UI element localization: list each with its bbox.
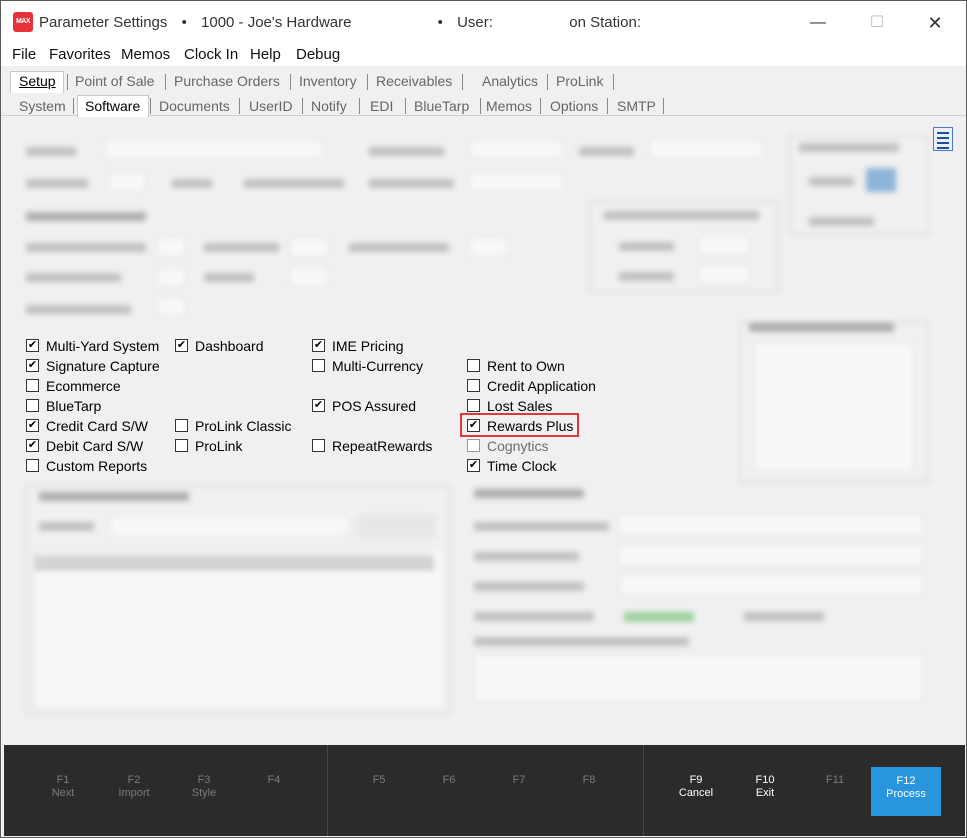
checkbox[interactable] bbox=[26, 399, 39, 412]
subtab-documents[interactable]: Documents bbox=[159, 98, 230, 114]
checkbox[interactable] bbox=[26, 379, 39, 392]
checkbox[interactable] bbox=[467, 439, 480, 452]
checkbox[interactable] bbox=[175, 419, 188, 432]
checkbox[interactable]: ✔ bbox=[26, 439, 39, 452]
tab-setup[interactable]: Setup bbox=[19, 73, 56, 89]
checkbox[interactable] bbox=[26, 459, 39, 472]
minimize-icon[interactable]: — bbox=[803, 9, 833, 37]
subtab-options[interactable]: Options bbox=[550, 98, 598, 114]
max-logo-icon: MAX bbox=[13, 12, 33, 32]
checkbox[interactable]: ✔ bbox=[26, 419, 39, 432]
f3-style-button[interactable]: F3 Style bbox=[174, 774, 234, 800]
sub-tab-bar: System Software Documents UserID Notify … bbox=[1, 94, 966, 117]
tab-inventory[interactable]: Inventory bbox=[299, 73, 357, 89]
tab-receivables[interactable]: Receivables bbox=[376, 73, 452, 89]
title-bar[interactable]: MAX Parameter Settings • 1000 - Joe's Ha… bbox=[1, 1, 966, 44]
title-separator-2: • bbox=[437, 14, 443, 31]
subtab-userid[interactable]: UserID bbox=[249, 98, 293, 114]
checkbox[interactable] bbox=[175, 439, 188, 452]
checkbox[interactable] bbox=[312, 359, 325, 372]
store-name: 1000 - Joe's Hardware bbox=[201, 14, 352, 31]
rewards-plus-highlight bbox=[460, 413, 579, 437]
checkbox[interactable]: ✔ bbox=[467, 459, 480, 472]
checkbox[interactable] bbox=[467, 379, 480, 392]
f7-button[interactable]: F7 bbox=[489, 774, 549, 787]
main-tab-bar: Setup Point of Sale Purchase Orders Inve… bbox=[1, 69, 966, 93]
checkbox[interactable]: ✔ bbox=[26, 339, 39, 352]
subtab-smtp[interactable]: SMTP bbox=[617, 98, 656, 114]
checkbox[interactable] bbox=[312, 439, 325, 452]
tab-purchase-orders[interactable]: Purchase Orders bbox=[174, 73, 280, 89]
f6-button[interactable]: F6 bbox=[419, 774, 479, 787]
checkbox[interactable]: ✔ bbox=[175, 339, 188, 352]
f12-process-button[interactable]: F12 Process bbox=[871, 767, 941, 816]
tab-prolink[interactable]: ProLink bbox=[556, 73, 603, 89]
subtab-edi[interactable]: EDI bbox=[370, 98, 393, 114]
subtab-system[interactable]: System bbox=[19, 98, 66, 114]
station-label: on Station: bbox=[569, 14, 641, 31]
subtab-bluetarp[interactable]: BlueTarp bbox=[414, 98, 469, 114]
user-label: User: bbox=[457, 14, 493, 31]
f4-button[interactable]: F4 bbox=[244, 774, 304, 787]
checkbox[interactable]: ✔ bbox=[312, 399, 325, 412]
maximize-icon[interactable]: ☐ bbox=[862, 9, 892, 37]
close-icon[interactable]: ✕ bbox=[920, 9, 950, 37]
window-title: Parameter Settings • 1000 - Joe's Hardwa… bbox=[39, 14, 641, 31]
subtab-software[interactable]: Software bbox=[85, 98, 140, 114]
f2-import-button[interactable]: F2 Import bbox=[104, 774, 164, 800]
hamburger-menu-icon[interactable] bbox=[933, 127, 953, 151]
tab-point-of-sale[interactable]: Point of Sale bbox=[75, 73, 154, 89]
menu-bar: File Favorites Memos Clock In Help Debug bbox=[1, 44, 966, 66]
checkbox[interactable] bbox=[467, 359, 480, 372]
f11-button[interactable]: F11 bbox=[805, 774, 865, 787]
f8-button[interactable]: F8 bbox=[559, 774, 619, 787]
f5-button[interactable]: F5 bbox=[349, 774, 409, 787]
app-title: Parameter Settings bbox=[39, 14, 168, 31]
parameter-settings-window: MAX Parameter Settings • 1000 - Joe's Ha… bbox=[0, 0, 967, 838]
checkbox[interactable] bbox=[467, 399, 480, 412]
checkbox[interactable]: ✔ bbox=[26, 359, 39, 372]
menu-debug[interactable]: Debug bbox=[296, 46, 340, 63]
f10-exit-button[interactable]: F10 Exit bbox=[735, 774, 795, 800]
subtab-notify[interactable]: Notify bbox=[311, 98, 347, 114]
f1-next-button[interactable]: F1 Next bbox=[33, 774, 93, 800]
menu-clock-in[interactable]: Clock In bbox=[184, 46, 238, 63]
function-key-bar: F1 Next F2 Import F3 Style F4 F5 F6 F7 F8 F… bbox=[4, 745, 965, 836]
menu-favorites[interactable]: Favorites bbox=[49, 46, 111, 63]
menu-help[interactable]: Help bbox=[250, 46, 281, 63]
subtab-memos[interactable]: Memos bbox=[486, 98, 532, 114]
f9-cancel-button[interactable]: F9 Cancel bbox=[666, 774, 726, 800]
title-separator: • bbox=[181, 14, 187, 31]
menu-file[interactable]: File bbox=[12, 46, 36, 63]
tab-analytics[interactable]: Analytics bbox=[482, 73, 538, 89]
menu-memos[interactable]: Memos bbox=[121, 46, 170, 63]
checkbox[interactable]: ✔ bbox=[312, 339, 325, 352]
